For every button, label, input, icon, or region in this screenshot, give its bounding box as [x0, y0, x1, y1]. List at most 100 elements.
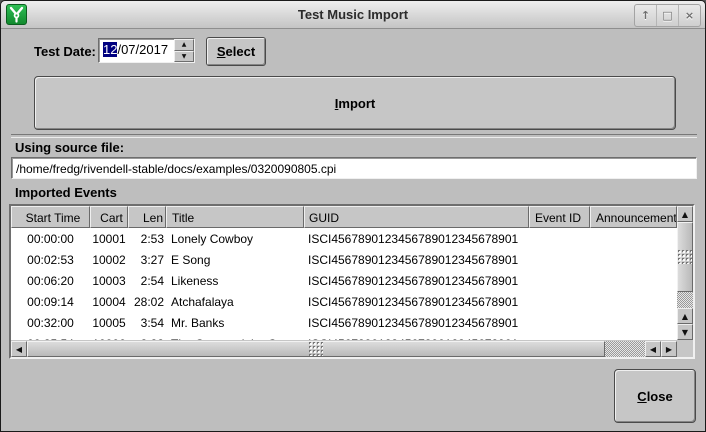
table-row[interactable]: 00:09:141000428:02AtchafalayaISCI4567890… — [11, 291, 677, 312]
import-button[interactable]: Import — [34, 76, 676, 130]
table-row[interactable]: 00:35:54100063:33The Gray and the GreenI… — [11, 333, 677, 340]
select-date-button[interactable]: Select — [206, 37, 266, 66]
column-header-event_id[interactable]: Event ID — [529, 206, 590, 228]
scroll-down-button[interactable]: ▼ — [677, 324, 693, 340]
scroll-down-icon: ▼ — [682, 328, 688, 337]
cell-guid: ISCI4567890123456789012345678901 — [304, 333, 529, 340]
close-button[interactable]: Close — [614, 369, 696, 423]
scroll-right-icon: ▶ — [666, 345, 672, 354]
scrollbar-corner — [677, 341, 693, 357]
cell-guid: ISCI4567890123456789012345678901 — [304, 249, 529, 270]
vertical-scrollbar[interactable]: ▲ ▲ ▼ — [677, 206, 693, 340]
thumb-grip-icon — [308, 341, 323, 356]
cell-cart: 10002 — [90, 249, 128, 270]
cell-announcement — [590, 270, 677, 291]
cell-announcement — [590, 312, 677, 333]
scroll-left-button-right[interactable]: ◀ — [645, 341, 661, 357]
shade-button[interactable]: ↑ — [635, 5, 656, 26]
scroll-left-button[interactable]: ◀ — [11, 341, 27, 357]
events-table-body[interactable]: 00:00:00100012:53Lonely CowboyISCI456789… — [11, 228, 677, 340]
column-header-title[interactable]: Title — [166, 206, 304, 228]
spin-down-icon: ▼ — [182, 53, 187, 60]
scroll-left-icon: ◀ — [650, 345, 656, 354]
column-header-cart[interactable]: Cart — [90, 206, 128, 228]
cell-title: Lonely Cowboy — [166, 228, 304, 249]
cell-title: Likeness — [166, 270, 304, 291]
table-row[interactable]: 00:06:20100032:54LikenessISCI45678901234… — [11, 270, 677, 291]
test-date-value[interactable]: 12/07/2017 — [99, 39, 174, 62]
cell-len: 3:27 — [128, 249, 166, 270]
date-rest-segment: /07/2017 — [117, 42, 168, 57]
scroll-up-button[interactable]: ▲ — [677, 206, 693, 222]
cell-guid: ISCI4567890123456789012345678901 — [304, 270, 529, 291]
cell-title: The Gray and the Green — [166, 333, 304, 340]
column-header-guid[interactable]: GUID — [304, 206, 529, 228]
scroll-up-icon: ▲ — [682, 312, 688, 321]
cell-cart: 10005 — [90, 312, 128, 333]
source-file-field[interactable]: /home/fredg/rivendell-stable/docs/exampl… — [11, 157, 697, 179]
cell-announcement — [590, 291, 677, 312]
window-controls: ↑ □ × — [634, 4, 701, 27]
cell-start_time: 00:02:53 — [11, 249, 90, 270]
test-music-import-dialog: Test Music Import ↑ □ × Test Date: 12/07… — [0, 0, 706, 432]
cell-len: 2:53 — [128, 228, 166, 249]
table-grid: Start TimeCartLenTitleGUIDEvent IDAnnoun… — [11, 206, 677, 340]
imported-events-table: Start TimeCartLenTitleGUIDEvent IDAnnoun… — [9, 204, 695, 359]
cell-event_id — [529, 270, 590, 291]
vertical-scrollbar-thumb[interactable] — [677, 222, 693, 292]
table-header-row: Start TimeCartLenTitleGUIDEvent IDAnnoun… — [11, 206, 677, 228]
cell-title: Atchafalaya — [166, 291, 304, 312]
cell-start_time: 00:32:00 — [11, 312, 90, 333]
cell-cart: 10006 — [90, 333, 128, 340]
close-label: lose — [647, 389, 673, 404]
close-mnemonic: C — [637, 389, 646, 404]
import-label: mport — [338, 96, 375, 111]
table-row[interactable]: 00:00:00100012:53Lonely CowboyISCI456789… — [11, 228, 677, 249]
select-label: elect — [226, 44, 256, 59]
column-header-announcement[interactable]: Announcement — [590, 206, 677, 228]
cell-start_time: 00:06:20 — [11, 270, 90, 291]
vertical-scrollbar-track[interactable] — [677, 292, 693, 308]
cell-start_time: 00:35:54 — [11, 333, 90, 340]
date-spin-up-button[interactable]: ▲ — [174, 39, 194, 51]
test-date-spinbox[interactable]: 12/07/2017 ▲ ▼ — [98, 38, 195, 63]
date-spin-down-button[interactable]: ▼ — [174, 51, 194, 63]
column-header-start_time[interactable]: Start Time — [11, 206, 90, 228]
cell-len: 3:33 — [128, 333, 166, 340]
scroll-up-button-bottom[interactable]: ▲ — [677, 308, 693, 324]
select-mnemonic: S — [217, 44, 226, 59]
horizontal-scrollbar-track[interactable] — [605, 341, 645, 357]
separator-line — [11, 134, 697, 138]
cell-guid: ISCI4567890123456789012345678901 — [304, 291, 529, 312]
date-selected-segment: 12 — [103, 42, 117, 57]
maximize-button[interactable]: □ — [656, 5, 678, 26]
cell-len: 2:54 — [128, 270, 166, 291]
cell-guid: ISCI4567890123456789012345678901 — [304, 228, 529, 249]
cell-start_time: 00:09:14 — [11, 291, 90, 312]
cell-guid: ISCI4567890123456789012345678901 — [304, 312, 529, 333]
shade-icon: ↑ — [641, 9, 650, 22]
cell-title: Mr. Banks — [166, 312, 304, 333]
cell-cart: 10001 — [90, 228, 128, 249]
cell-cart: 10004 — [90, 291, 128, 312]
window-title: Test Music Import — [1, 1, 705, 28]
spin-up-icon: ▲ — [182, 41, 187, 48]
scroll-right-button[interactable]: ▶ — [661, 341, 677, 357]
cell-event_id — [529, 312, 590, 333]
cell-event_id — [529, 333, 590, 340]
cell-announcement — [590, 228, 677, 249]
cell-event_id — [529, 228, 590, 249]
imported-events-label: Imported Events — [15, 185, 117, 200]
table-row[interactable]: 00:02:53100023:27E SongISCI4567890123456… — [11, 249, 677, 270]
cell-announcement — [590, 249, 677, 270]
column-header-len[interactable]: Len — [128, 206, 166, 228]
cell-title: E Song — [166, 249, 304, 270]
horizontal-scrollbar-thumb[interactable] — [27, 341, 605, 357]
title-bar[interactable]: Test Music Import ↑ □ × — [1, 1, 705, 29]
close-window-button[interactable]: × — [678, 5, 700, 26]
table-row[interactable]: 00:32:00100053:54Mr. BanksISCI4567890123… — [11, 312, 677, 333]
scroll-left-icon: ◀ — [16, 345, 22, 354]
horizontal-scrollbar[interactable]: ◀ ◀ ▶ — [11, 341, 677, 357]
cell-event_id — [529, 249, 590, 270]
cell-event_id — [529, 291, 590, 312]
